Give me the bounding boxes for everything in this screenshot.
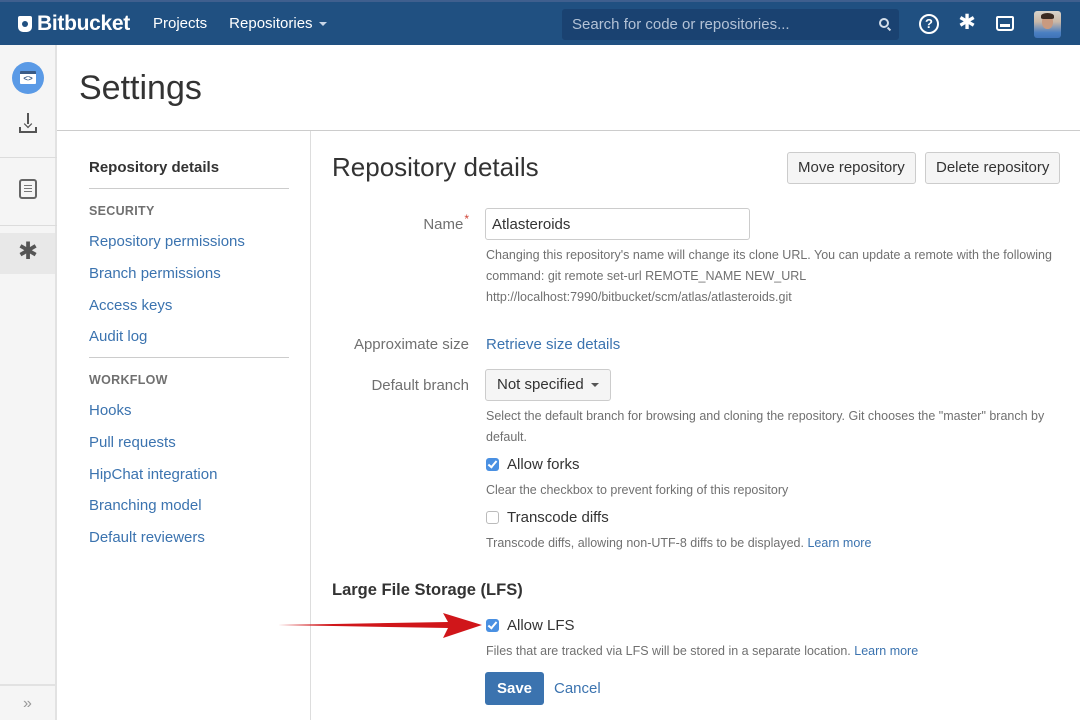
- annotation-arrow: [278, 613, 482, 638]
- document-icon[interactable]: [19, 179, 37, 199]
- nav-projects-label: Projects: [152, 15, 208, 32]
- inbox-icon[interactable]: [996, 16, 1014, 31]
- help-icon[interactable]: ?: [919, 14, 939, 34]
- document-line: [24, 191, 32, 192]
- rail-divider: [0, 157, 57, 158]
- save-button[interactable]: Save: [485, 672, 544, 705]
- nav-projects[interactable]: Projects: [153, 15, 207, 32]
- bitbucket-logo-icon: [18, 15, 32, 32]
- nav-item-hooks[interactable]: Hooks: [89, 402, 132, 419]
- move-repository-button[interactable]: Move repository: [787, 152, 916, 184]
- nav-item-default-reviewers[interactable]: Default reviewers: [89, 529, 205, 546]
- nav-item-repository-permissions[interactable]: Repository permissions: [89, 233, 245, 250]
- default-branch-label: Default branch: [371, 377, 469, 394]
- default-branch-select[interactable]: Not specified: [485, 369, 611, 401]
- expand-sidebar-icon[interactable]: »: [0, 684, 55, 720]
- nav-item-branch-permissions[interactable]: Branch permissions: [89, 265, 221, 282]
- transcode-diffs-help: Transcode diffs, allowing non-UTF-8 diff…: [486, 533, 871, 554]
- name-help-text: Changing this repository's name will cha…: [486, 245, 1052, 308]
- default-branch-help: Select the default branch for browsing a…: [486, 406, 1044, 448]
- default-branch-help-line: Select the default branch for browsing a…: [486, 409, 1045, 423]
- allow-forks-label[interactable]: Allow forks: [507, 456, 580, 473]
- nav-section-security: SECURITY: [89, 204, 155, 218]
- avatar[interactable]: [1034, 11, 1061, 38]
- page-title: Settings: [79, 69, 202, 107]
- bitbucket-logo[interactable]: Bitbucket: [18, 12, 130, 36]
- repository-name-input[interactable]: [485, 208, 750, 240]
- lfs-section-title: Large File Storage (LFS): [332, 581, 523, 599]
- search-box: [562, 9, 899, 40]
- settings-nav-current[interactable]: Repository details: [89, 159, 219, 176]
- nav-divider: [89, 357, 289, 358]
- lfs-learn-more-link[interactable]: Learn more: [854, 644, 918, 658]
- allow-forks-checkbox[interactable]: [486, 458, 499, 471]
- annotation-arrow-shape: [278, 613, 482, 638]
- allow-lfs-help-text: Files that are tracked via LFS will be s…: [486, 644, 851, 658]
- name-label: Name*: [269, 212, 469, 233]
- required-marker: *: [464, 212, 469, 226]
- gear-icon[interactable]: ✱: [957, 12, 977, 33]
- brand-name: Bitbucket: [37, 11, 130, 35]
- search-icon[interactable]: [879, 18, 889, 28]
- transcode-learn-more-link[interactable]: Learn more: [807, 536, 871, 550]
- nav-item-hipchat-integration[interactable]: HipChat integration: [89, 466, 217, 483]
- default-branch-value: Not specified: [497, 376, 584, 393]
- search-input[interactable]: [572, 16, 862, 33]
- sidebar-rail: <> ✱ »: [0, 45, 57, 720]
- rail-settings[interactable]: ✱: [0, 233, 55, 274]
- chevron-down-icon: [590, 383, 599, 387]
- avatar-hair: [1041, 13, 1054, 19]
- transcode-diffs-help-text: Transcode diffs, allowing non-UTF-8 diff…: [486, 536, 804, 550]
- chevron-down-icon: [318, 21, 327, 26]
- page-header: Settings: [57, 45, 1080, 131]
- delete-repository-button[interactable]: Delete repository: [925, 152, 1061, 184]
- cancel-link[interactable]: Cancel: [554, 680, 601, 697]
- approximate-size-label: Approximate size: [353, 336, 469, 353]
- transcode-diffs-label[interactable]: Transcode diffs: [507, 509, 609, 526]
- nav-item-access-keys[interactable]: Access keys: [89, 297, 172, 314]
- nav-section-workflow: WORKFLOW: [89, 373, 168, 387]
- repository-avatar[interactable]: <>: [12, 62, 44, 94]
- code-icon: <>: [20, 71, 36, 84]
- nav-item-audit-log[interactable]: Audit log: [89, 328, 147, 345]
- transcode-diffs-checkbox[interactable]: [486, 511, 499, 524]
- document-line: [24, 185, 32, 186]
- rail-divider: [0, 225, 57, 226]
- allow-lfs-help: Files that are tracked via LFS will be s…: [486, 641, 918, 662]
- nav-repositories-label: Repositories: [229, 15, 313, 32]
- name-label-text: Name: [423, 216, 464, 233]
- top-header: Bitbucket Projects Repositories ? ✱: [0, 0, 1080, 45]
- nav-divider: [89, 188, 289, 189]
- default-branch-help-line: default.: [486, 430, 528, 444]
- nav-repositories[interactable]: Repositories: [229, 15, 327, 32]
- nav-item-pull-requests[interactable]: Pull requests: [89, 434, 176, 451]
- allow-lfs-checkbox[interactable]: [486, 619, 499, 632]
- download-icon[interactable]: [17, 113, 39, 135]
- gear-icon: ✱: [17, 238, 39, 265]
- section-title: Repository details: [332, 152, 539, 182]
- clone-url: http://localhost:7990/bitbucket/scm/atla…: [486, 290, 792, 304]
- name-help-line: command: git remote set-url REMOTE_NAME …: [486, 269, 807, 283]
- name-help-line: Changing this repository's name will cha…: [486, 248, 1052, 262]
- document-line: [24, 188, 32, 189]
- allow-lfs-label[interactable]: Allow LFS: [507, 617, 575, 634]
- allow-forks-help: Clear the checkbox to prevent forking of…: [486, 483, 789, 497]
- nav-item-branching-model[interactable]: Branching model: [89, 497, 202, 514]
- retrieve-size-details-link[interactable]: Retrieve size details: [486, 336, 620, 353]
- download-tray: [19, 127, 37, 133]
